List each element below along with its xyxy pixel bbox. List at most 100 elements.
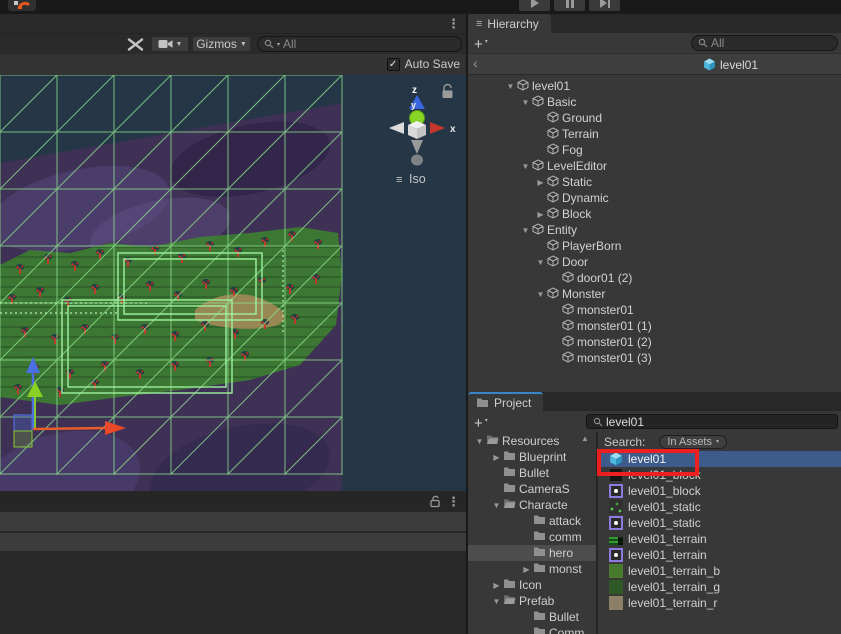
search-result-item[interactable]: level01_terrain_r	[599, 595, 841, 611]
expanded-arrow-icon[interactable]: ▼	[519, 98, 532, 107]
expanded-arrow-icon[interactable]: ▼	[473, 437, 486, 446]
expanded-arrow-icon[interactable]: ▼	[534, 290, 547, 299]
hierarchy-item[interactable]: ▼level01	[468, 78, 841, 94]
hierarchy-item[interactable]: ▶Block	[468, 206, 841, 222]
hierarchy-search-input[interactable]	[711, 36, 831, 50]
hierarchy-item[interactable]: monster01	[468, 302, 841, 318]
tab-hierarchy[interactable]: ≡ Hierarchy	[468, 14, 551, 33]
folder-label: Bullet	[519, 466, 549, 480]
project-search-input[interactable]	[606, 415, 831, 429]
tab-project[interactable]: Project	[468, 392, 543, 411]
pause-button[interactable]	[554, 0, 585, 11]
step-button[interactable]	[589, 0, 620, 11]
hierarchy-item-label: Terrain	[562, 127, 599, 141]
search-result-item[interactable]: level01_block	[599, 483, 841, 499]
create-object-button[interactable]: + ▾	[474, 35, 488, 52]
search-result-item[interactable]: level01_terrain_b	[599, 563, 841, 579]
panel-row[interactable]	[0, 512, 466, 531]
back-chevron-icon[interactable]: ‹	[473, 55, 478, 71]
hierarchy-item[interactable]: ▶Static	[468, 174, 841, 190]
expanded-arrow-icon[interactable]: ▼	[519, 162, 532, 171]
project-folder-item[interactable]: ▼Characte	[468, 497, 596, 513]
search-result-item[interactable]: level01_block	[599, 467, 841, 483]
scene-search-field[interactable]: ▾	[257, 36, 462, 52]
search-result-item[interactable]: level01_static	[599, 515, 841, 531]
hierarchy-item[interactable]: Fog	[468, 142, 841, 158]
project-folder-item[interactable]: ▼Resources	[468, 433, 596, 449]
asset-cube-icon	[609, 452, 623, 466]
hierarchy-item[interactable]: monster01 (3)	[468, 350, 841, 366]
hierarchy-item[interactable]: Ground	[468, 110, 841, 126]
play-button[interactable]	[519, 0, 550, 11]
hierarchy-item[interactable]: Terrain	[468, 126, 841, 142]
hierarchy-item-label: Door	[562, 255, 588, 269]
gameobject-cube-icon	[547, 175, 559, 187]
expanded-arrow-icon[interactable]: ▼	[504, 82, 517, 91]
search-result-item[interactable]: level01_terrain	[599, 547, 841, 563]
asset-cube-icon	[609, 452, 623, 466]
gizmos-dropdown[interactable]: Gizmos ▼	[192, 36, 251, 52]
project-folder-item[interactable]: ▼Prefab	[468, 593, 596, 609]
hierarchy-item[interactable]: door01 (2)	[468, 270, 841, 286]
top-menu-strip	[0, 0, 841, 14]
expanded-arrow-icon[interactable]: ▼	[490, 597, 503, 606]
xy-plane-handle[interactable]	[14, 415, 32, 431]
hierarchy-item[interactable]: monster01 (2)	[468, 334, 841, 350]
xz-plane-handle[interactable]	[14, 431, 32, 447]
collapsed-arrow-icon[interactable]: ▶	[534, 210, 547, 219]
pane-menu-button[interactable]: ⋮	[447, 492, 460, 511]
project-search-field[interactable]	[586, 414, 838, 429]
collapsed-arrow-icon[interactable]: ▶	[520, 565, 533, 574]
scene-search-input[interactable]	[283, 37, 455, 51]
iso-mode-label[interactable]: ≡ Iso	[396, 172, 426, 186]
create-asset-button[interactable]: + ▾	[474, 414, 488, 431]
project-folder-item[interactable]: attack	[468, 513, 596, 529]
scene-viewport[interactable]: z y x ≡ Iso	[0, 75, 466, 491]
panel-row[interactable]	[0, 533, 466, 551]
scroll-up-arrow[interactable]: ▲	[581, 434, 589, 443]
hierarchy-item[interactable]: Dynamic	[468, 190, 841, 206]
hierarchy-search-field[interactable]	[691, 35, 838, 51]
asset-thumbnail-icon	[609, 484, 623, 498]
hierarchy-item[interactable]: ▼Monster	[468, 286, 841, 302]
collapsed-arrow-icon[interactable]: ▶	[534, 178, 547, 187]
hierarchy-item[interactable]: ▼Basic	[468, 94, 841, 110]
column-divider[interactable]	[596, 432, 598, 634]
x-axis-handle[interactable]	[33, 428, 108, 429]
minus-y-sphere[interactable]	[411, 155, 423, 166]
hierarchy-item[interactable]: ▼LevelEditor	[468, 158, 841, 174]
project-folder-item[interactable]: CameraS	[468, 481, 596, 497]
search-result-item[interactable]: level01_terrain_g	[599, 579, 841, 595]
tools-icon[interactable]	[127, 38, 144, 51]
collapsed-arrow-icon[interactable]: ▶	[490, 453, 503, 462]
search-scope-dropdown[interactable]: In Assets ▾	[659, 435, 727, 449]
project-folder-item[interactable]: ▶Icon	[468, 577, 596, 593]
hierarchy-item[interactable]: PlayerBorn	[468, 238, 841, 254]
project-folder-item[interactable]: ▶Blueprint	[468, 449, 596, 465]
hierarchy-item[interactable]: monster01 (1)	[468, 318, 841, 334]
search-result-item[interactable]: level01	[599, 451, 841, 467]
pane-menu-button[interactable]: ⋮	[447, 14, 460, 33]
search-result-item[interactable]: level01_static	[599, 499, 841, 515]
project-folder-item[interactable]: Bullet	[468, 465, 596, 481]
expanded-arrow-icon[interactable]: ▼	[534, 258, 547, 267]
search-result-item[interactable]: level01_terrain	[599, 531, 841, 547]
autosave-toggle[interactable]: ✓ Auto Save	[387, 57, 460, 71]
expanded-arrow-icon[interactable]: ▼	[490, 501, 503, 510]
project-folder-item[interactable]: hero	[468, 545, 596, 561]
project-folder-item[interactable]: ▶monst	[468, 561, 596, 577]
chevron-down-icon: ▼	[240, 41, 247, 48]
search-icon	[264, 39, 274, 49]
unlock-icon[interactable]	[429, 495, 442, 508]
hierarchy-item[interactable]: ▼Entity	[468, 222, 841, 238]
project-folder-item[interactable]: Bullet	[468, 609, 596, 625]
project-folder-item[interactable]: Comm	[468, 625, 596, 634]
breadcrumb[interactable]: level01	[703, 54, 758, 75]
hierarchy-item[interactable]: ▼ Door	[468, 254, 841, 270]
expanded-arrow-icon[interactable]: ▼	[519, 226, 532, 235]
project-folder-item[interactable]: comm	[468, 529, 596, 545]
topbar-badge-button[interactable]	[8, 0, 36, 11]
collapsed-arrow-icon[interactable]: ▶	[490, 581, 503, 590]
checkbox-checked-icon[interactable]: ✓	[387, 58, 400, 71]
camera-view-button[interactable]: ▼	[151, 36, 189, 52]
